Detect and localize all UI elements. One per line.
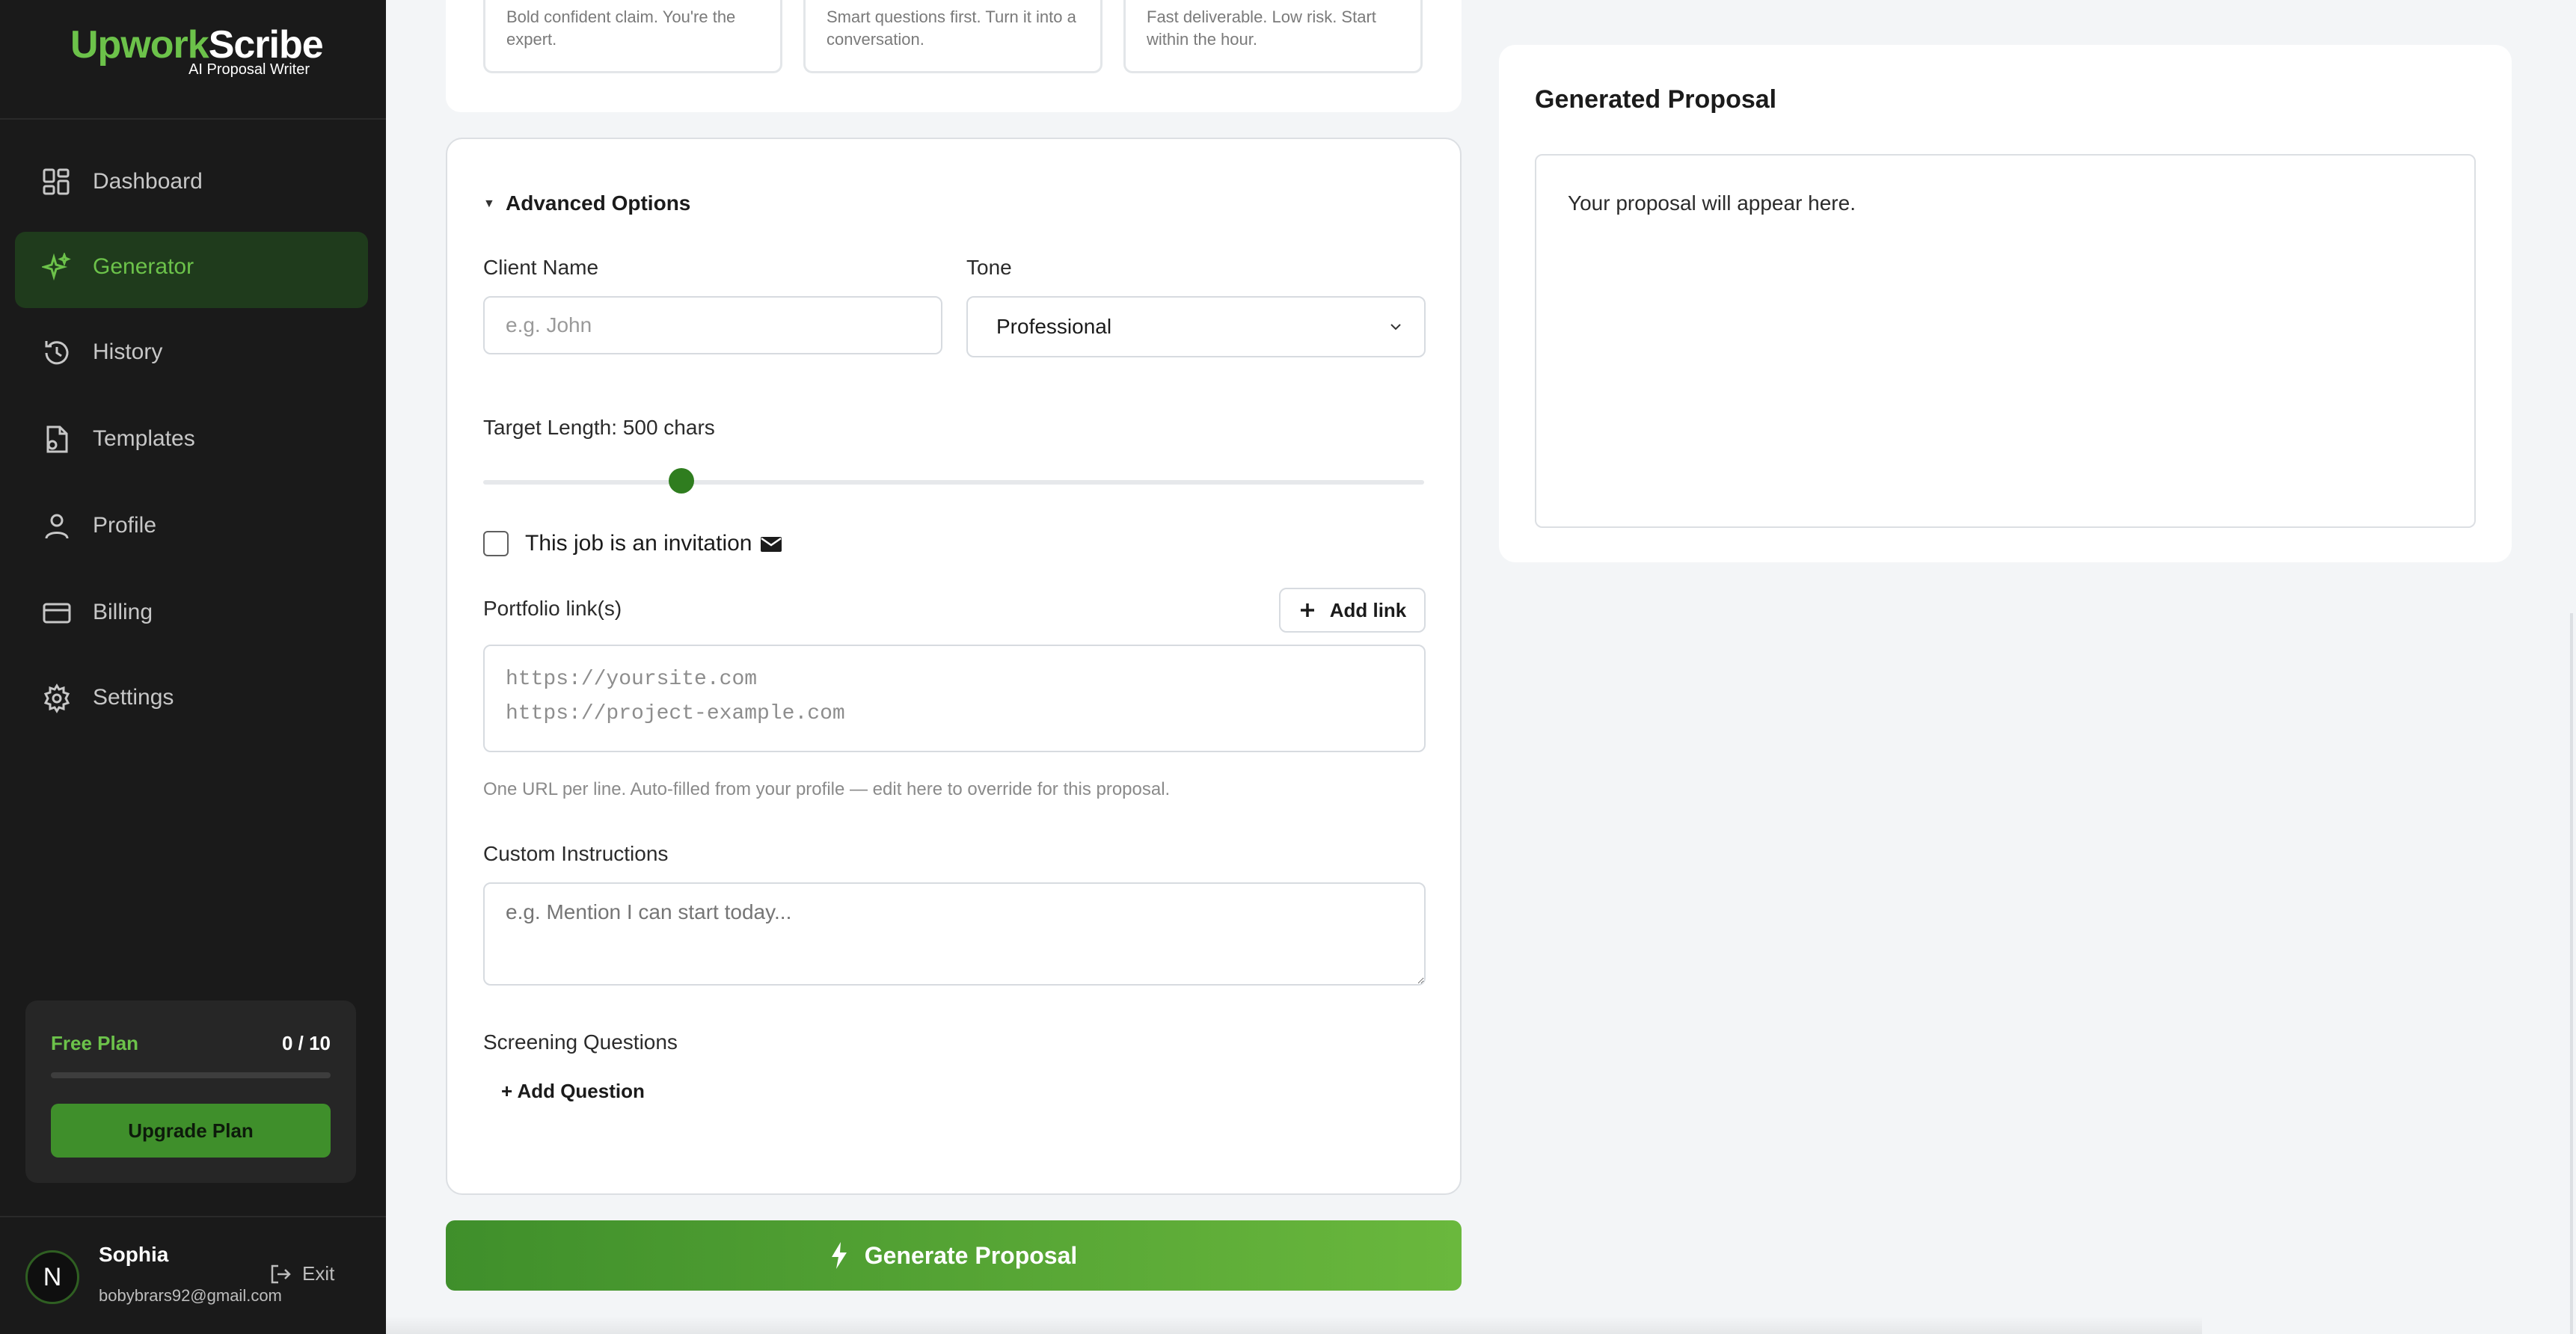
sparkle-icon (42, 253, 71, 281)
generate-proposal-label: Generate Proposal (864, 1241, 1078, 1269)
page-scrollbar[interactable] (2570, 613, 2573, 1334)
invitation-label[interactable]: This job is an invitation (525, 531, 752, 556)
add-link-button[interactable]: Add link (1279, 588, 1426, 633)
sidebar-item-label: Dashboard (93, 169, 203, 194)
portfolio-links-textarea[interactable]: https://yoursite.com https://project-exa… (483, 645, 1426, 752)
exit-label: Exit (302, 1262, 335, 1285)
custom-instructions-label: Custom Instructions (483, 842, 669, 865)
sidebar-item-label: Billing (93, 600, 153, 624)
sidebar-item-label: Templates (93, 426, 195, 451)
user-name: Sophia (99, 1243, 169, 1266)
generate-proposal-button[interactable]: Generate Proposal (446, 1220, 1462, 1291)
tone-select[interactable]: Professional (966, 296, 1426, 357)
sidebar-item-billing[interactable]: Billing (15, 577, 368, 654)
advanced-options-toggle[interactable]: Advanced Options (506, 191, 690, 215)
target-length-slider-thumb[interactable] (668, 468, 694, 494)
sidebar-item-label: Profile (93, 513, 157, 538)
tone-select-value: Professional (996, 315, 1112, 338)
style-option-card[interactable]: Fast deliverable. Low risk. Start within… (1123, 0, 1423, 73)
plan-card: Free Plan 0 / 10 Upgrade Plan (25, 1000, 356, 1183)
sidebar-item-history[interactable]: History (15, 317, 368, 393)
templates-icon (46, 425, 68, 453)
logout-icon (271, 1264, 291, 1283)
sidebar-divider (0, 1216, 386, 1217)
style-option-desc: Smart questions first. Turn it into a co… (827, 7, 1076, 49)
portfolio-placeholder-line: https://yoursite.com (506, 668, 758, 691)
exit-button[interactable]: Exit (269, 1262, 334, 1285)
custom-instructions-textarea[interactable] (483, 882, 1426, 986)
style-option-desc: Bold confident claim. You're the expert. (506, 7, 736, 49)
portfolio-placeholder-line: https://project-example.com (506, 702, 845, 725)
client-name-input[interactable] (483, 296, 942, 354)
logo-part-2: Scribe (208, 23, 324, 67)
invitation-checkbox[interactable] (483, 531, 509, 556)
plan-usage: 0 / 10 (281, 1032, 331, 1054)
user-icon (45, 514, 69, 539)
user-email: bobybrars92@gmail.com (99, 1286, 282, 1305)
proposal-placeholder: Your proposal will appear here. (1568, 191, 1856, 215)
generated-proposal-output[interactable]: Your proposal will appear here. (1535, 154, 2476, 528)
sidebar-item-label: Settings (93, 685, 174, 710)
sidebar: UpworkScribe AI Proposal Writer Dashboar… (0, 0, 386, 1334)
app-logo[interactable]: UpworkScribe AI Proposal Writer (70, 22, 324, 82)
add-link-label: Add link (1329, 598, 1407, 621)
sidebar-item-settings[interactable]: Settings (15, 663, 368, 739)
logo-part-1: Upwork (70, 23, 209, 67)
avatar[interactable]: N (25, 1250, 79, 1304)
client-name-label: Client Name (483, 256, 599, 279)
dashboard-icon (43, 168, 70, 195)
sidebar-item-generator[interactable]: Generator (15, 232, 368, 308)
plan-name: Free Plan (51, 1032, 139, 1054)
style-option-card[interactable]: Bold confident claim. You're the expert. (483, 0, 782, 73)
gear-icon (43, 683, 70, 713)
screening-questions-label: Screening Questions (483, 1030, 678, 1054)
generated-proposal-card: Generated Proposal Your proposal will ap… (1499, 45, 2512, 562)
history-icon (45, 341, 69, 365)
portfolio-help-text: One URL per line. Auto-filled from your … (483, 779, 1171, 799)
style-option-desc: Fast deliverable. Low risk. Start within… (1147, 7, 1376, 49)
target-length-slider-track[interactable] (483, 480, 1424, 485)
plus-icon (1300, 603, 1314, 617)
chevron-down-icon (1390, 324, 1401, 331)
target-length-label: Target Length: 500 chars (483, 416, 715, 439)
lightning-icon (831, 1242, 847, 1269)
add-question-button[interactable]: + Add Question (501, 1080, 645, 1103)
upgrade-plan-button[interactable]: Upgrade Plan (51, 1104, 331, 1158)
logo-tagline: AI Proposal Writer (188, 61, 310, 78)
portfolio-label: Portfolio link(s) (483, 597, 622, 620)
envelope-icon (761, 537, 782, 552)
tone-label: Tone (966, 256, 1012, 279)
caret-down-icon[interactable]: ▼ (483, 197, 495, 211)
sidebar-item-label: Generator (93, 254, 194, 279)
sidebar-item-dashboard[interactable]: Dashboard (15, 147, 368, 223)
sidebar-item-templates[interactable]: Templates (15, 404, 368, 480)
sidebar-divider (0, 118, 386, 120)
generated-proposal-title: Generated Proposal (1535, 85, 1777, 114)
advanced-options-card: ▼ Advanced Options Client Name Tone Prof… (446, 138, 1462, 1195)
bottom-edge-shadow (386, 1316, 2202, 1334)
plan-usage-bar (51, 1072, 331, 1078)
style-option-card[interactable]: Smart questions first. Turn it into a co… (803, 0, 1103, 73)
sidebar-item-profile[interactable]: Profile (15, 491, 368, 567)
proposal-style-card: Bold confident claim. You're the expert.… (446, 0, 1462, 112)
sidebar-item-label: History (93, 339, 163, 364)
card-icon (43, 603, 71, 624)
